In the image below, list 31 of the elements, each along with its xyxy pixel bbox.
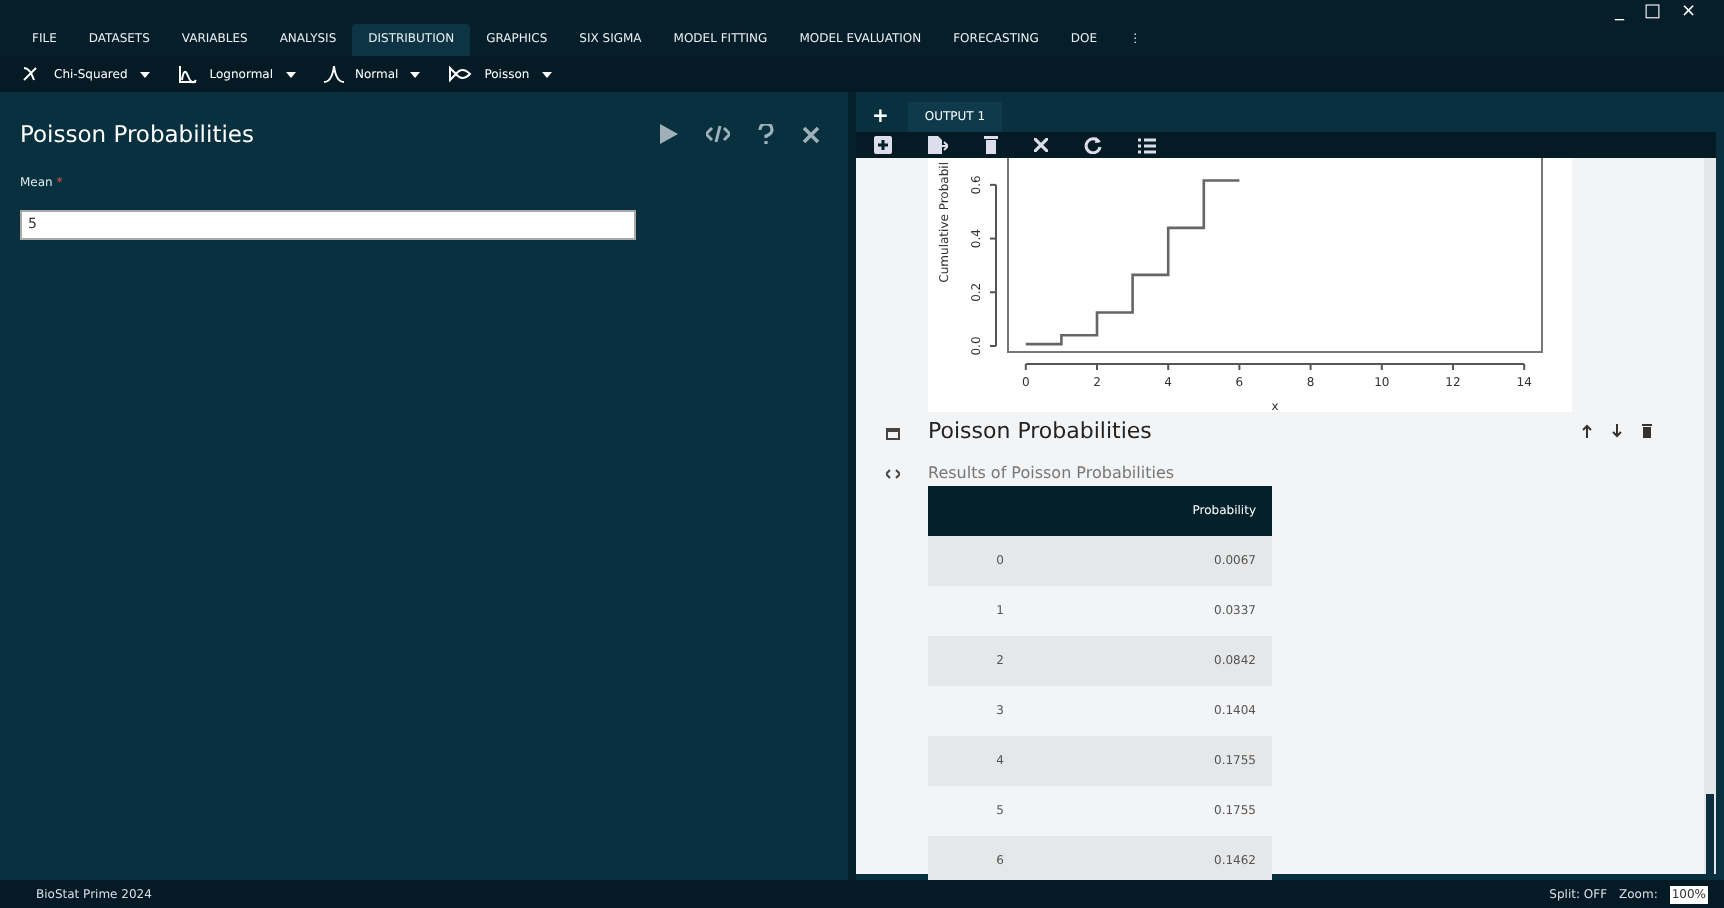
code-icon[interactable] [885, 468, 899, 480]
skewed-curve-icon [177, 64, 198, 84]
result-title: Poisson Probabilities [928, 417, 1154, 443]
add-tab-button[interactable]: + [872, 105, 889, 127]
caret-icon [139, 71, 150, 77]
list-icon[interactable] [1138, 137, 1156, 153]
column-header [928, 486, 1072, 536]
close-icon[interactable] [802, 125, 820, 143]
window-icon[interactable] [885, 428, 899, 440]
trash-icon[interactable] [1642, 423, 1652, 437]
refresh-icon[interactable] [1084, 136, 1102, 154]
arrow-up-icon[interactable] [1582, 423, 1592, 437]
add-box-icon[interactable] [874, 136, 892, 154]
caret-icon [410, 71, 421, 77]
trash-icon[interactable] [984, 136, 998, 154]
arrow-down-icon[interactable] [1612, 423, 1622, 437]
result-subtitle: Results of Poisson Probabilities [928, 464, 1177, 482]
window-control[interactable]: _ [1614, 0, 1624, 24]
chi-icon [22, 64, 42, 84]
code-icon[interactable] [706, 124, 730, 144]
window-control[interactable]: × [1680, 0, 1696, 24]
run-icon[interactable] [658, 124, 678, 144]
help-icon[interactable] [758, 124, 774, 144]
fish-icon [448, 64, 473, 84]
scrollbar-thumb[interactable] [1706, 794, 1714, 874]
bell-curve-icon [323, 64, 344, 84]
export-icon[interactable] [928, 136, 948, 154]
panel-title: Poisson Probabilities [20, 120, 256, 148]
window-control[interactable]: □ [1643, 0, 1661, 24]
caret-icon [285, 71, 296, 77]
caret-icon [541, 71, 552, 77]
